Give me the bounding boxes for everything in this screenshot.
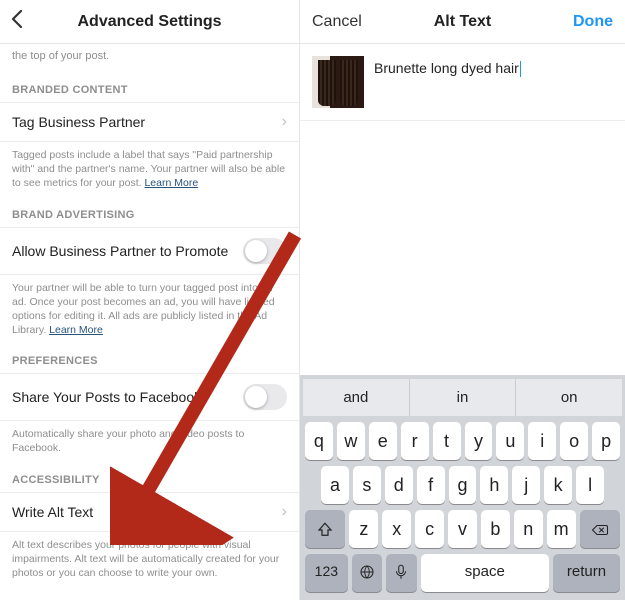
- share-facebook-row[interactable]: Share Your Posts to Facebook: [0, 373, 299, 421]
- share-facebook-label: Share Your Posts to Facebook: [12, 389, 201, 405]
- shift-key[interactable]: [305, 510, 345, 548]
- keyboard-suggestions: and in on: [303, 379, 622, 416]
- cancel-button[interactable]: Cancel: [312, 13, 362, 31]
- done-button[interactable]: Done: [573, 13, 613, 31]
- key-i[interactable]: i: [528, 422, 556, 460]
- share-facebook-desc: Automatically share your photo and video…: [0, 421, 299, 459]
- key-c[interactable]: c: [415, 510, 444, 548]
- key-w[interactable]: w: [337, 422, 365, 460]
- write-alt-text-desc: Alt text describes your photos for peopl…: [0, 532, 299, 585]
- suggestion-3[interactable]: on: [516, 379, 622, 416]
- keyboard-row-3: z x c v b n m: [303, 504, 622, 548]
- advanced-settings-header: Advanced Settings: [0, 0, 299, 44]
- key-p[interactable]: p: [592, 422, 620, 460]
- key-o[interactable]: o: [560, 422, 588, 460]
- key-l[interactable]: l: [576, 466, 604, 504]
- chevron-right-icon: ›: [282, 503, 287, 521]
- key-e[interactable]: e: [369, 422, 397, 460]
- key-u[interactable]: u: [496, 422, 524, 460]
- chevron-right-icon: ›: [282, 113, 287, 131]
- write-alt-text-row[interactable]: Write Alt Text ›: [0, 492, 299, 532]
- keyboard-row-1: q w e r t y u i o p: [303, 416, 622, 460]
- suggestion-2[interactable]: in: [410, 379, 517, 416]
- page-title: Advanced Settings: [77, 13, 221, 31]
- text-caret: [520, 61, 521, 77]
- suggestion-1[interactable]: and: [303, 379, 410, 416]
- ios-keyboard: and in on q w e r t y u i o p a s d f g …: [300, 375, 625, 600]
- return-key[interactable]: return: [553, 554, 620, 592]
- alt-text-title: Alt Text: [434, 13, 491, 31]
- allow-promote-desc: Your partner will be able to turn your t…: [0, 275, 299, 342]
- key-a[interactable]: a: [321, 466, 349, 504]
- key-q[interactable]: q: [305, 422, 333, 460]
- advanced-settings-pane: Advanced Settings the top of your post. …: [0, 0, 300, 600]
- allow-promote-toggle[interactable]: [243, 238, 287, 264]
- learn-more-link[interactable]: Learn More: [144, 177, 198, 189]
- alt-text-input[interactable]: Brunette long dyed hair: [374, 56, 613, 77]
- keyboard-row-2: a s d f g h j k l: [303, 460, 622, 504]
- key-d[interactable]: d: [385, 466, 413, 504]
- backspace-key[interactable]: [580, 510, 620, 548]
- key-n[interactable]: n: [514, 510, 543, 548]
- back-button[interactable]: [10, 9, 24, 35]
- tag-business-partner-desc: Tagged posts include a label that says "…: [0, 142, 299, 195]
- brand-advertising-header: BRAND ADVERTISING: [0, 195, 299, 227]
- key-s[interactable]: s: [353, 466, 381, 504]
- key-z[interactable]: z: [349, 510, 378, 548]
- key-m[interactable]: m: [547, 510, 576, 548]
- key-h[interactable]: h: [480, 466, 508, 504]
- numbers-key[interactable]: 123: [305, 554, 348, 592]
- share-facebook-toggle[interactable]: [243, 384, 287, 410]
- key-x[interactable]: x: [382, 510, 411, 548]
- key-b[interactable]: b: [481, 510, 510, 548]
- tag-business-partner-label: Tag Business Partner: [12, 114, 145, 130]
- write-alt-text-label: Write Alt Text: [12, 504, 93, 520]
- key-k[interactable]: k: [544, 466, 572, 504]
- key-r[interactable]: r: [401, 422, 429, 460]
- key-v[interactable]: v: [448, 510, 477, 548]
- alt-text-header: Cancel Alt Text Done: [300, 0, 625, 44]
- preferences-header: PREFERENCES: [0, 341, 299, 373]
- top-description: the top of your post.: [0, 44, 299, 70]
- key-g[interactable]: g: [449, 466, 477, 504]
- globe-key[interactable]: [352, 554, 383, 592]
- alt-text-pane: Cancel Alt Text Done Brunette long dyed …: [300, 0, 625, 600]
- key-j[interactable]: j: [512, 466, 540, 504]
- settings-scroll[interactable]: the top of your post. BRANDED CONTENT Ta…: [0, 44, 299, 600]
- branded-content-header: BRANDED CONTENT: [0, 70, 299, 102]
- learn-more-link-2[interactable]: Learn More: [49, 324, 103, 336]
- keyboard-row-4: 123 space return: [303, 548, 622, 596]
- allow-promote-row[interactable]: Allow Business Partner to Promote: [0, 227, 299, 275]
- accessibility-header: ACCESSIBILITY: [0, 460, 299, 492]
- tag-business-partner-row[interactable]: Tag Business Partner ›: [0, 102, 299, 142]
- space-key[interactable]: space: [421, 554, 549, 592]
- photo-thumbnail: [312, 56, 364, 108]
- mic-key[interactable]: [386, 554, 417, 592]
- key-f[interactable]: f: [417, 466, 445, 504]
- alt-text-input-row: Brunette long dyed hair: [300, 44, 625, 121]
- key-t[interactable]: t: [433, 422, 461, 460]
- allow-promote-label: Allow Business Partner to Promote: [12, 243, 228, 259]
- key-y[interactable]: y: [465, 422, 493, 460]
